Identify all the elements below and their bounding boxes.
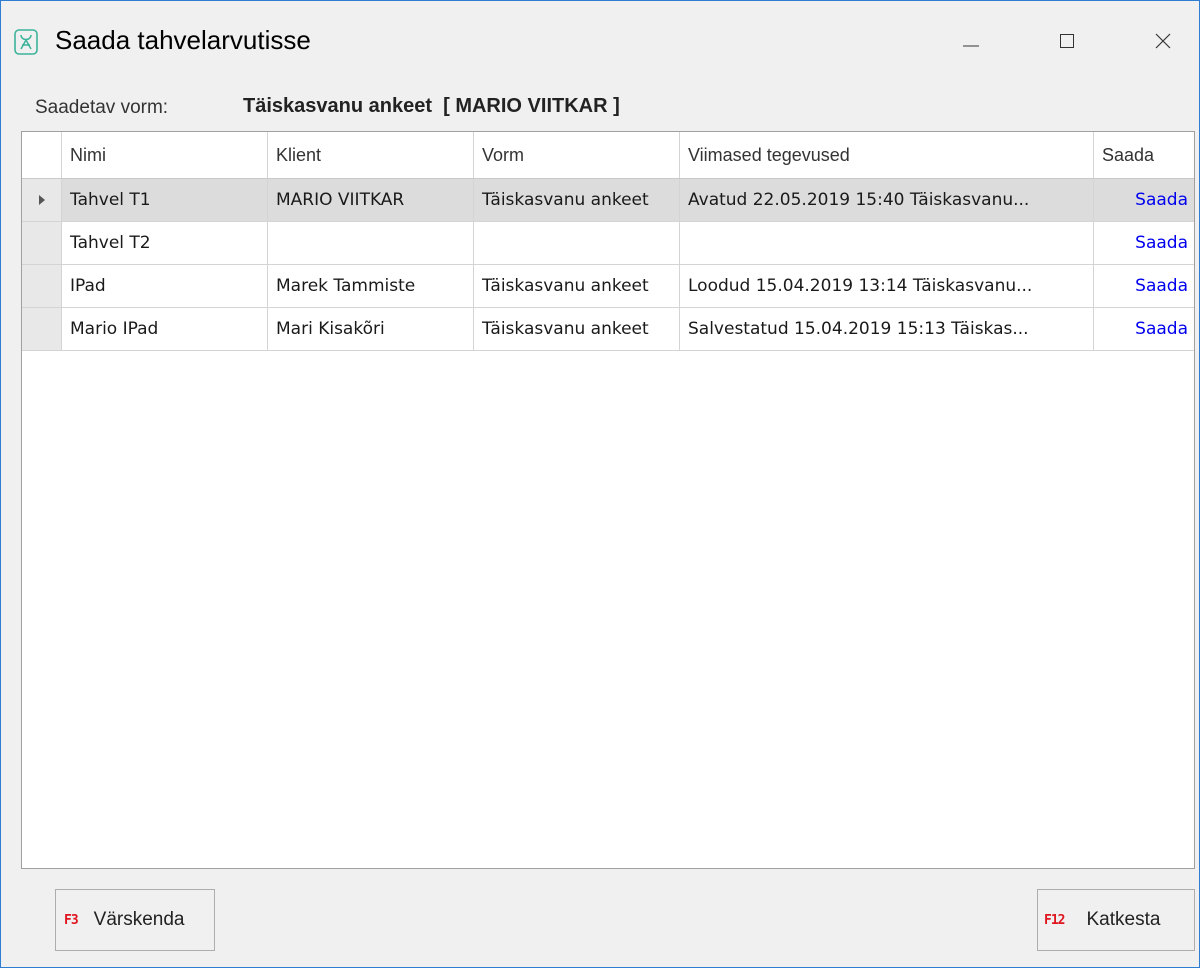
cell-viimased[interactable] [680,222,1094,264]
send-link[interactable]: Saada [1094,179,1194,221]
table-row[interactable]: IPad Marek Tammiste Täiskasvanu ankeet L… [22,265,1194,308]
form-value: Täiskasvanu ankeet [ MARIO VIITKAR ] [243,95,620,117]
maximize-icon [1060,34,1074,48]
form-label: Saadetav vorm: [35,97,169,118]
column-header-saada[interactable]: Saada [1094,132,1194,178]
refresh-button-label: Värskenda [93,909,185,930]
column-header-viimased[interactable]: Viimased tegevused [680,132,1094,178]
title-bar[interactable]: Saada tahvelarvutisse [1,1,1199,81]
dialog-window: Saada tahvelarvutisse Saadetav vorm: Täi… [0,0,1200,968]
minimize-button[interactable] [951,23,991,59]
cell-klient[interactable]: Marek Tammiste [268,265,474,307]
minimize-icon [963,45,979,47]
f12-key-icon: F12 [1044,912,1066,928]
refresh-button[interactable]: F3 Värskenda [55,889,215,951]
close-icon [1155,33,1171,49]
cell-nimi[interactable]: Mario IPad [62,308,268,350]
cell-nimi[interactable]: Tahvel T1 [62,179,268,221]
cell-klient[interactable]: Mari Kisakõri [268,308,474,350]
grid-header: Nimi Klient Vorm Viimased tegevused Saad… [22,132,1194,179]
header-indicator-cell [22,132,62,178]
close-button[interactable] [1143,23,1183,59]
column-header-vorm[interactable]: Vorm [474,132,680,178]
maximize-button[interactable] [1047,23,1087,59]
cell-viimased[interactable]: Salvestatud 15.04.2019 15:13 Täiskas... [680,308,1094,350]
cell-nimi[interactable]: IPad [62,265,268,307]
row-indicator [22,265,62,307]
cell-vorm[interactable]: Täiskasvanu ankeet [474,179,680,221]
row-indicator [22,308,62,350]
cell-viimased[interactable]: Loodud 15.04.2019 13:14 Täiskasvanu... [680,265,1094,307]
table-row[interactable]: Mario IPad Mari Kisakõri Täiskasvanu ank… [22,308,1194,351]
cell-viimased[interactable]: Avatud 22.05.2019 15:40 Täiskasvanu... [680,179,1094,221]
table-row[interactable]: Tahvel T2 Saada [22,222,1194,265]
send-link[interactable]: Saada [1094,265,1194,307]
window-title: Saada tahvelarvutisse [55,25,311,55]
row-indicator [22,222,62,264]
cancel-button-label: Katkesta [1086,909,1161,930]
table-row[interactable]: Tahvel T1 MARIO VIITKAR Täiskasvanu anke… [22,179,1194,222]
column-header-nimi[interactable]: Nimi [62,132,268,178]
send-link[interactable]: Saada [1094,308,1194,350]
row-selected-arrow-icon [38,195,45,205]
f3-key-icon: F3 [64,912,79,928]
column-header-klient[interactable]: Klient [268,132,474,178]
cell-vorm[interactable]: Täiskasvanu ankeet [474,265,680,307]
cell-nimi[interactable]: Tahvel T2 [62,222,268,264]
cell-klient[interactable] [268,222,474,264]
cell-klient[interactable]: MARIO VIITKAR [268,179,474,221]
devices-grid[interactable]: Nimi Klient Vorm Viimased tegevused Saad… [21,131,1195,869]
send-link[interactable]: Saada [1094,222,1194,264]
cancel-button[interactable]: F12 Katkesta [1037,889,1195,951]
row-indicator [22,179,62,221]
cell-vorm[interactable]: Täiskasvanu ankeet [474,308,680,350]
app-logo-icon [13,29,39,55]
cell-vorm[interactable] [474,222,680,264]
